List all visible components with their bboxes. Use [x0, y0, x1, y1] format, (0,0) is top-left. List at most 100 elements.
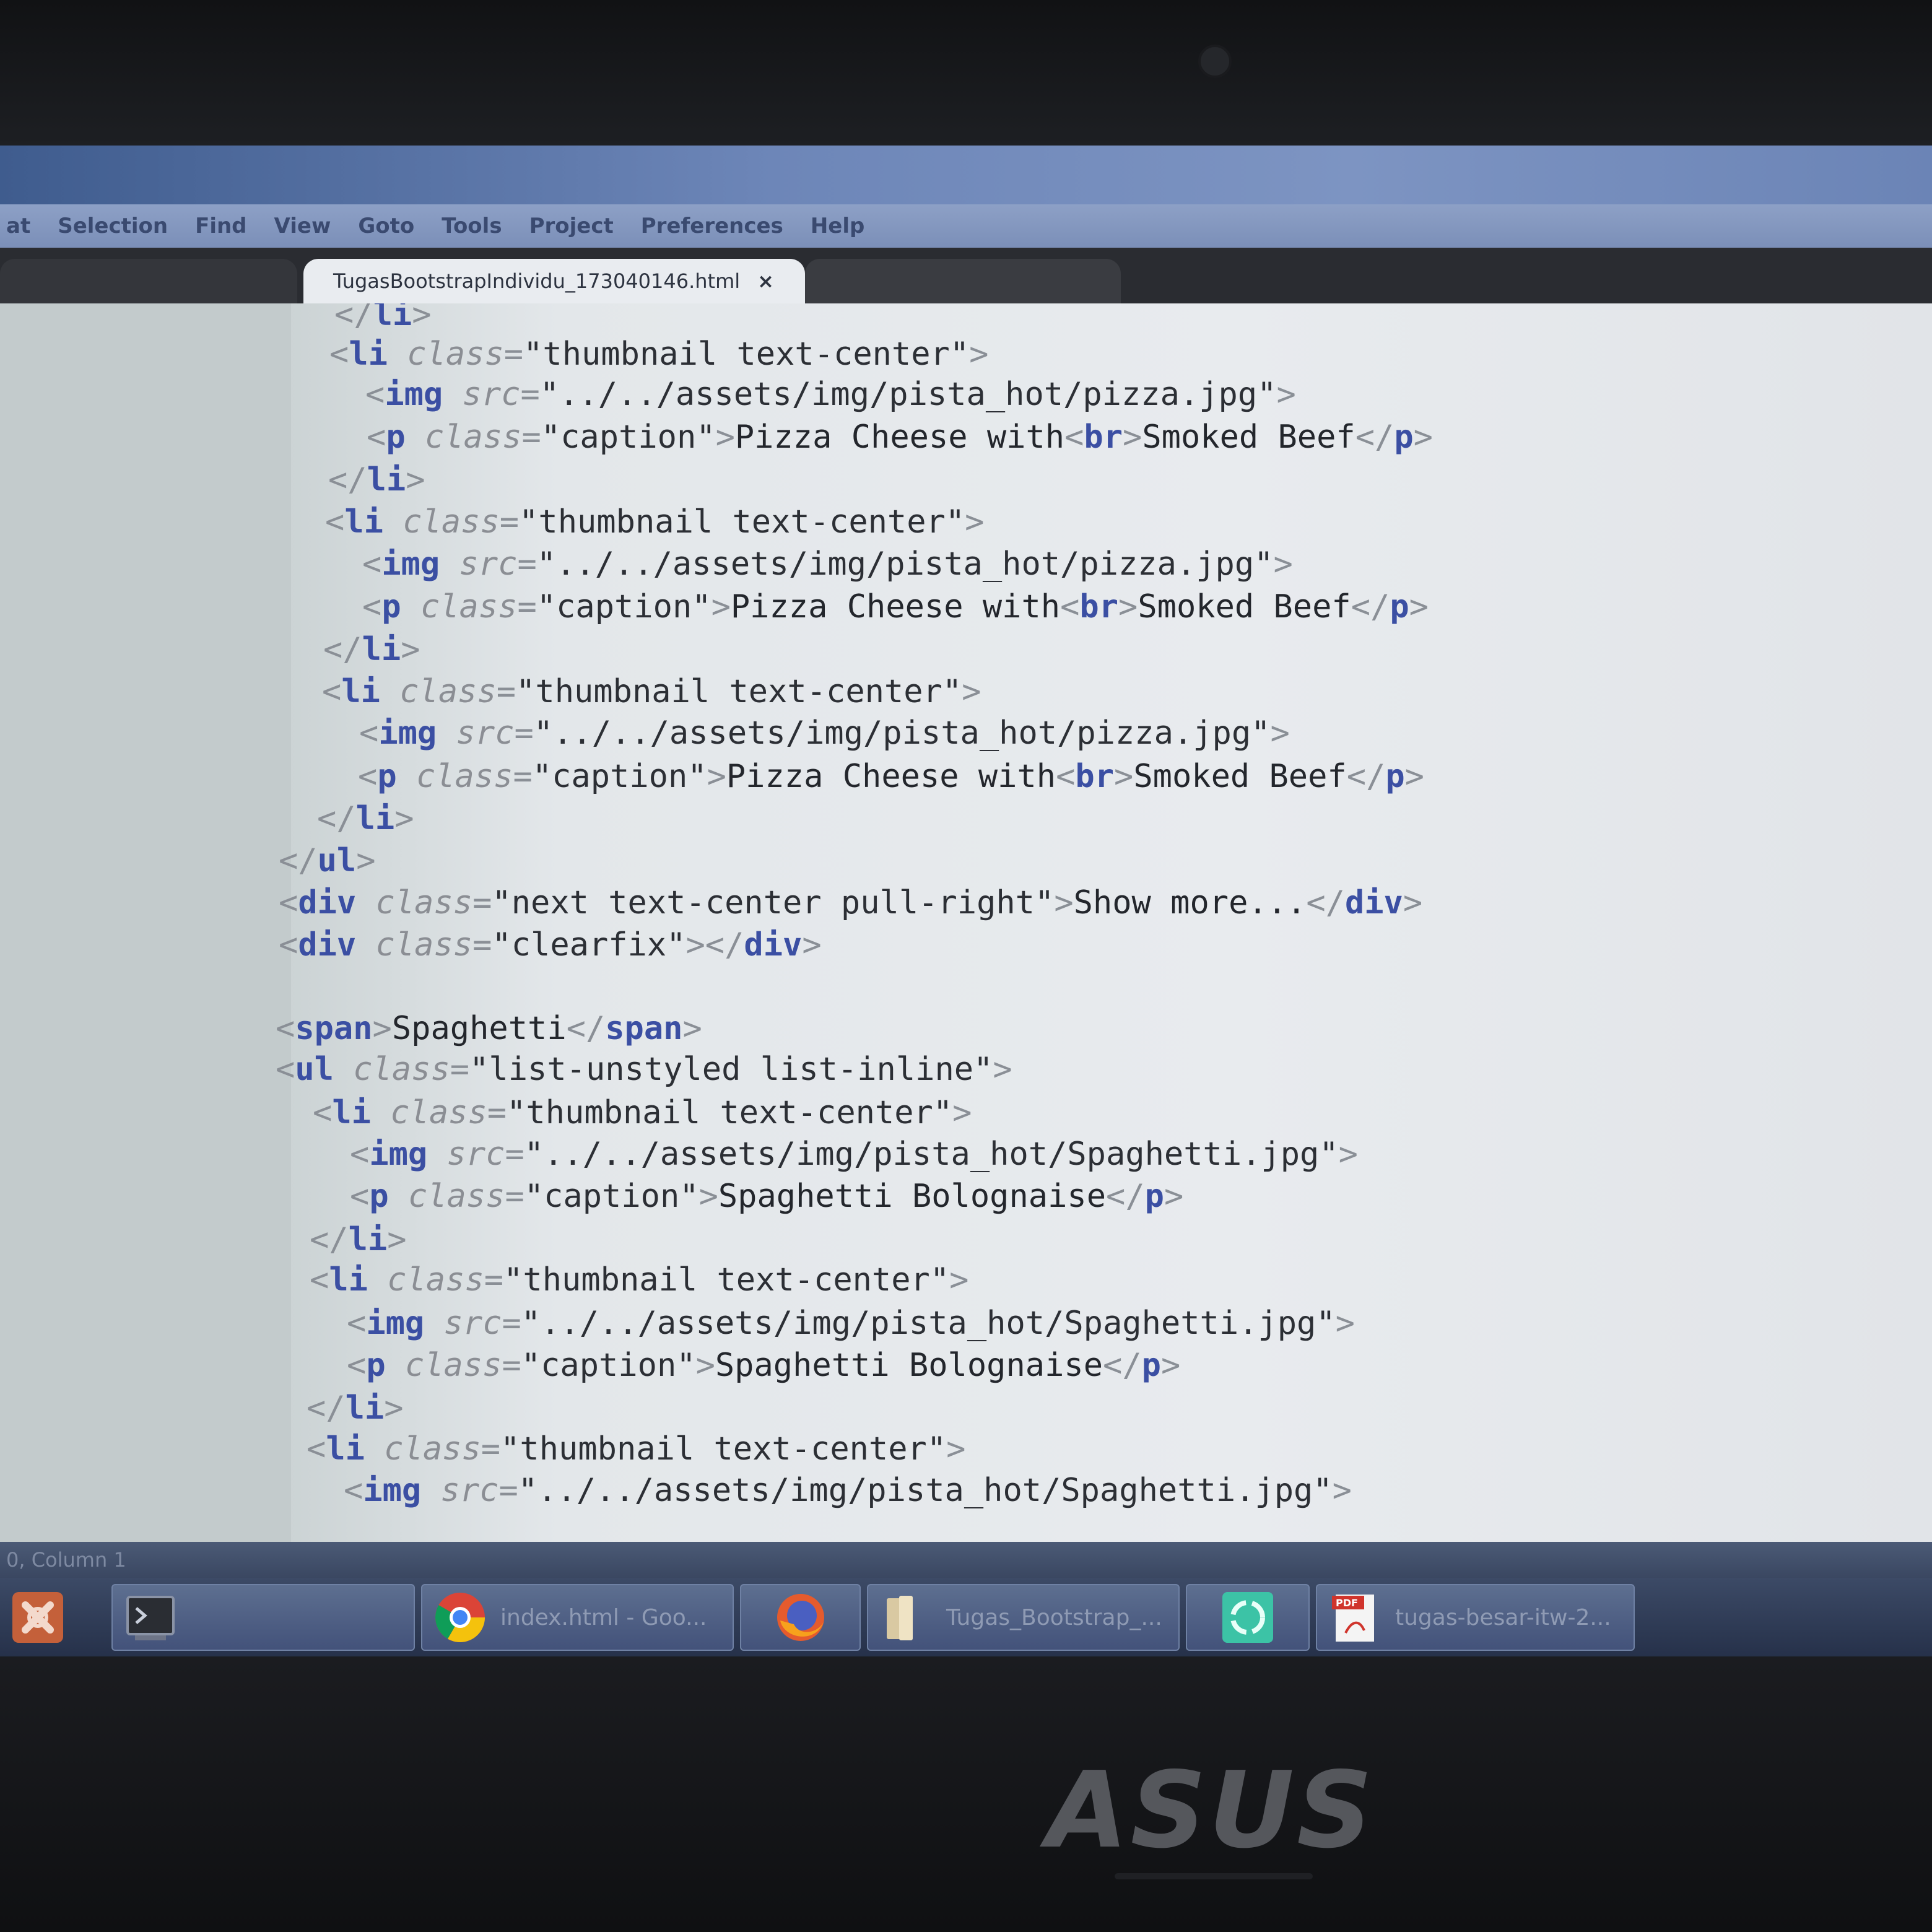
code-token: > — [401, 631, 420, 668]
code-token: = — [517, 546, 537, 583]
code-token: < — [362, 546, 382, 583]
code-token: p — [1144, 1178, 1164, 1215]
code-token: > — [1054, 884, 1074, 921]
code-line[interactable]: <img src="../../assets/img/pista_hot/piz… — [359, 713, 1290, 753]
code-line[interactable]: </li> — [328, 460, 425, 500]
code-line[interactable]: <li class="thumbnail text-center"> — [322, 672, 981, 711]
code-token: class — [387, 1261, 484, 1299]
code-token: li — [355, 800, 395, 837]
code-line[interactable]: <div class="clearfix"></div> — [279, 925, 822, 965]
menu-item-help[interactable]: Help — [811, 214, 865, 238]
code-token: > — [1338, 1136, 1358, 1173]
menu-item-edit[interactable]: at — [6, 214, 30, 238]
code-line[interactable]: <li class="thumbnail text-center"> — [307, 1429, 965, 1469]
code-token: > — [962, 673, 981, 710]
window-title-bar[interactable] — [0, 146, 1932, 204]
code-line[interactable]: <div class="next text-center pull-right"… — [279, 883, 1422, 923]
code-line[interactable]: <p class="caption">Pizza Cheese with<br>… — [362, 587, 1429, 627]
code-line[interactable]: <p class="caption">Pizza Cheese with<br>… — [367, 417, 1433, 457]
menu-item-find[interactable]: Find — [195, 214, 246, 238]
taskbar-item-xampp[interactable] — [0, 1584, 74, 1651]
taskbar-item-chrome[interactable]: index.html - Goo... — [421, 1584, 734, 1651]
code-token: "../../assets/img/pista_hot/Spaghetti.jp… — [524, 1136, 1339, 1173]
menu-item-selection[interactable]: Selection — [58, 214, 168, 238]
menu-item-tools[interactable]: Tools — [442, 214, 502, 238]
tab-inactive-file[interactable] — [805, 259, 1121, 303]
taskbar-item-pdf[interactable]: PDF tugas-besar-itw-2... — [1316, 1584, 1635, 1651]
code-token: p — [369, 1178, 389, 1215]
tab-previous-file[interactable] — [0, 259, 297, 303]
code-token: > — [356, 842, 376, 879]
code-line[interactable]: <li class="thumbnail text-center"> — [325, 502, 984, 542]
code-token: class — [407, 336, 504, 373]
menu-item-goto[interactable]: Goto — [358, 214, 414, 238]
code-line[interactable]: </li> — [317, 799, 414, 838]
code-line[interactable]: <img src="../../assets/img/pista_hot/piz… — [365, 375, 1296, 414]
tab-close-icon[interactable]: × — [757, 269, 774, 293]
code-token: p — [1394, 419, 1414, 456]
code-token: < — [344, 1472, 363, 1509]
code-line[interactable]: <img src="../../assets/img/pista_hot/Spa… — [347, 1303, 1355, 1343]
code-line[interactable]: <li class="thumbnail text-center"> — [329, 334, 988, 374]
taskbar-item-recycle[interactable] — [1186, 1584, 1310, 1651]
code-token: p — [377, 758, 397, 795]
brand-logo: ASUS — [1046, 1749, 1375, 1872]
code-token: = — [517, 588, 537, 625]
code-token: Pizza Cheese with — [734, 419, 1065, 456]
code-token: span — [605, 1010, 683, 1047]
code-token: < — [1060, 588, 1080, 625]
code-token: li — [326, 1430, 365, 1468]
code-editor[interactable]: </li> <li class="thumbnail text-center"> <… — [0, 303, 1932, 1542]
code-line[interactable]: </li> — [334, 303, 432, 334]
code-token: class — [424, 419, 522, 456]
code-line[interactable]: <img src="../../assets/img/pista_hot/piz… — [362, 544, 1293, 584]
code-token: = — [496, 673, 516, 710]
code-token: = — [472, 926, 492, 964]
code-token: "../../assets/img/pista_hot/Spaghetti.jp… — [518, 1472, 1333, 1509]
code-token: img — [369, 1136, 428, 1173]
code-line[interactable]: <p class="caption">Spaghetti Bolognaise<… — [350, 1177, 1183, 1216]
code-line[interactable]: <span>Spaghetti</span> — [276, 1009, 702, 1048]
code-token: class — [404, 1347, 502, 1384]
code-line[interactable]: <img src="../../assets/img/pista_hot/Spa… — [344, 1471, 1352, 1510]
code-token: = — [450, 1051, 470, 1088]
code-area[interactable]: </li> <li class="thumbnail text-center"> <… — [0, 303, 1932, 1542]
code-line[interactable]: </li> — [310, 1220, 407, 1260]
tab-active-file[interactable]: TugasBootstrapIndividu_173040146.html × — [303, 259, 805, 303]
code-line[interactable]: <li class="thumbnail text-center"> — [310, 1260, 968, 1300]
code-line[interactable]: <ul class="list-unstyled list-inline"> — [276, 1050, 1012, 1089]
code-token: > — [1276, 376, 1296, 413]
code-token: = — [514, 715, 534, 752]
menu-item-preferences[interactable]: Preferences — [641, 214, 783, 238]
code-line[interactable]: <img src="../../assets/img/pista_hot/Spa… — [350, 1134, 1358, 1174]
code-token: > — [406, 461, 425, 498]
code-line[interactable]: </li> — [307, 1388, 404, 1428]
code-line[interactable]: </li> — [323, 630, 420, 669]
code-token: < — [322, 673, 342, 710]
code-token: < — [313, 1094, 333, 1131]
menu-item-project[interactable]: Project — [529, 214, 614, 238]
code-token: </ — [323, 631, 362, 668]
code-token: > — [1270, 715, 1290, 752]
code-token: Smoked Beef — [1138, 588, 1351, 625]
code-line[interactable]: <p class="caption">Spaghetti Bolognaise<… — [347, 1346, 1180, 1385]
taskbar-item-folder[interactable]: Tugas_Bootstrap_... — [867, 1584, 1180, 1651]
code-token: > — [711, 588, 731, 625]
menu-item-view[interactable]: View — [274, 214, 331, 238]
taskbar-item-firefox[interactable] — [740, 1584, 861, 1651]
code-token: > — [1118, 588, 1138, 625]
code-token: </ — [317, 800, 356, 837]
code-token: < — [350, 1178, 370, 1215]
code-token: = — [521, 419, 541, 456]
code-line[interactable]: <li class="thumbnail text-center"> — [313, 1093, 972, 1133]
code-token: src — [440, 1472, 499, 1509]
code-line[interactable]: </ul> — [279, 841, 376, 881]
code-token: < — [350, 1136, 370, 1173]
code-line[interactable]: <p class="caption">Pizza Cheese with<br>… — [358, 757, 1424, 796]
code-token: "thumbnail text-center" — [516, 673, 962, 710]
taskbar-item-terminal[interactable] — [111, 1584, 415, 1651]
code-token: > — [969, 336, 989, 373]
